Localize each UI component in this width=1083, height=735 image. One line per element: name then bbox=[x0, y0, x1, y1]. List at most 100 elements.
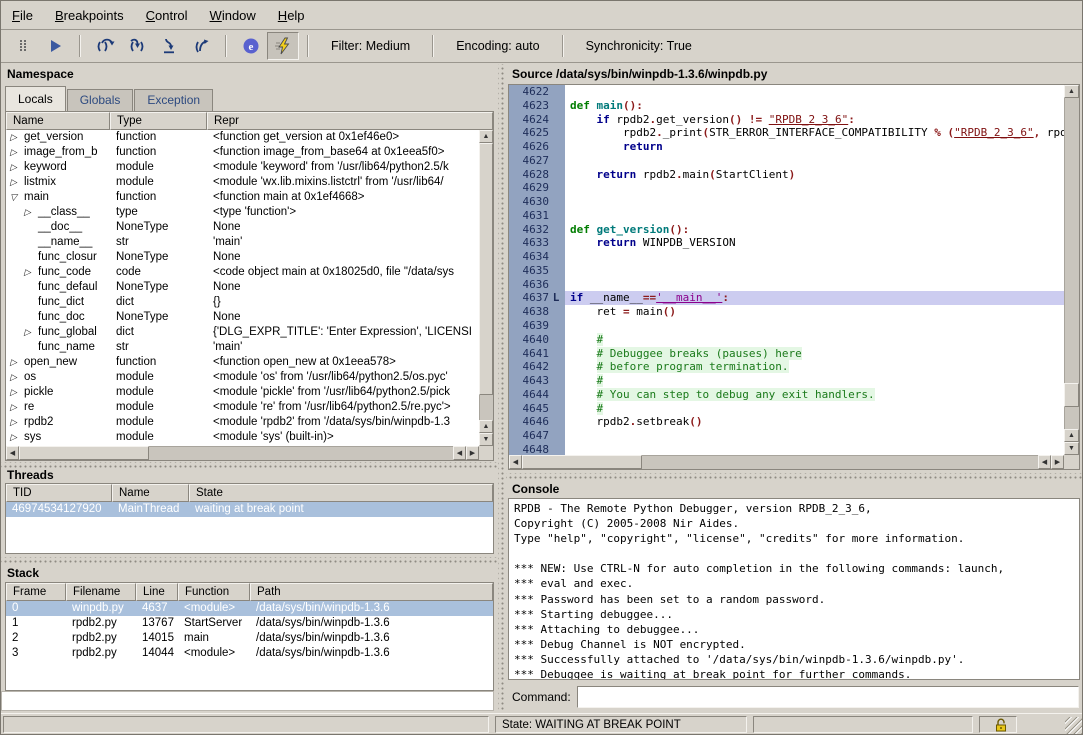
scroll-thumb[interactable] bbox=[479, 143, 493, 395]
stack-frame-row[interactable]: 1 rpdb2.py 13767 StartServer /data/sys/b… bbox=[6, 616, 493, 631]
line-number-gutter[interactable]: 4632 bbox=[509, 223, 565, 237]
source-line[interactable]: 4646 rpdb2.setbreak() bbox=[509, 415, 1064, 429]
scroll-up-icon[interactable]: ▲ bbox=[479, 130, 493, 143]
source-line[interactable]: 4638 ret = main() bbox=[509, 305, 1064, 319]
line-number-gutter[interactable]: 4623 bbox=[509, 99, 565, 113]
source-line[interactable]: 4641 # Debuggee breaks (pauses) here bbox=[509, 347, 1064, 361]
scroll-right-icon[interactable]: ▶ bbox=[466, 446, 479, 460]
line-number-gutter[interactable]: 4630 bbox=[509, 195, 565, 209]
console-output[interactable]: RPDB - The Remote Python Debugger, versi… bbox=[508, 498, 1080, 680]
tab-exception[interactable]: Exception bbox=[134, 89, 213, 111]
line-number-gutter[interactable]: 4641 bbox=[509, 347, 565, 361]
column-header-name[interactable]: Name bbox=[112, 484, 189, 502]
encoding-button[interactable]: e bbox=[235, 32, 267, 60]
scroll-up-icon[interactable]: ▲ bbox=[479, 420, 493, 433]
synchronicity-label[interactable]: Synchronicity: True bbox=[572, 39, 706, 53]
namespace-row[interactable]: ▷open_new function <function open_new at… bbox=[6, 355, 479, 370]
vertical-splitter[interactable] bbox=[498, 64, 506, 711]
source-line[interactable]: 4627 bbox=[509, 154, 1064, 168]
menu-window[interactable]: Window bbox=[199, 3, 267, 28]
namespace-row[interactable]: func_name str 'main' bbox=[6, 340, 479, 355]
line-number-gutter[interactable]: 4624 bbox=[509, 113, 565, 127]
line-number-gutter[interactable]: 4622 bbox=[509, 85, 565, 99]
horizontal-splitter[interactable] bbox=[1, 557, 498, 563]
source-lines[interactable]: 4622 4623 def main(): 4624 if rpdb2.get_… bbox=[509, 85, 1064, 455]
expander-icon[interactable]: ▽ bbox=[8, 190, 24, 205]
line-number-gutter[interactable]: 4648 bbox=[509, 443, 565, 455]
namespace-row[interactable]: func_defaul NoneType None bbox=[6, 280, 479, 295]
synchronicity-button[interactable] bbox=[267, 32, 299, 60]
line-number-gutter[interactable]: 4636 bbox=[509, 278, 565, 292]
source-line[interactable]: 4634 bbox=[509, 250, 1064, 264]
column-header-frame[interactable]: Frame bbox=[6, 583, 66, 601]
scroll-left-icon[interactable]: ◀ bbox=[6, 446, 19, 460]
source-line[interactable]: 4643 # bbox=[509, 374, 1064, 388]
stack-frame-row[interactable]: 0 winpdb.py 4637 <module> /data/sys/bin/… bbox=[6, 601, 493, 616]
namespace-hscrollbar[interactable]: ◀ ◀ ▶ bbox=[6, 446, 479, 460]
namespace-row[interactable]: func_closur NoneType None bbox=[6, 250, 479, 265]
horizontal-splitter[interactable] bbox=[506, 473, 1083, 479]
source-line[interactable]: 4648 bbox=[509, 443, 1064, 455]
source-line[interactable]: 4636 bbox=[509, 278, 1064, 292]
column-header-path[interactable]: Path bbox=[250, 583, 493, 601]
thread-row[interactable]: 46974534127920 MainThread waiting at bre… bbox=[6, 502, 493, 517]
namespace-row[interactable]: ▷rpdb2 module <module 'rpdb2' from '/dat… bbox=[6, 415, 479, 430]
filter-label[interactable]: Filter: Medium bbox=[317, 39, 424, 53]
line-number-gutter[interactable]: 4634 bbox=[509, 250, 565, 264]
line-number-gutter[interactable]: 4633 bbox=[509, 236, 565, 250]
source-line[interactable]: 4629 bbox=[509, 181, 1064, 195]
line-number-gutter[interactable]: 4645 bbox=[509, 402, 565, 416]
line-number-gutter[interactable]: 4626 bbox=[509, 140, 565, 154]
line-number-gutter[interactable]: 4643 bbox=[509, 374, 565, 388]
column-header-tid[interactable]: TID bbox=[6, 484, 112, 502]
step-into-button[interactable] bbox=[121, 32, 153, 60]
source-line[interactable]: 4633 return WINPDB_VERSION bbox=[509, 236, 1064, 250]
namespace-row[interactable]: ▷keyword module <module 'keyword' from '… bbox=[6, 160, 479, 175]
scroll-left-icon[interactable]: ◀ bbox=[509, 455, 522, 469]
line-number-gutter[interactable]: 4631 bbox=[509, 209, 565, 223]
scroll-thumb[interactable] bbox=[19, 446, 149, 460]
namespace-row[interactable]: __doc__ NoneType None bbox=[6, 220, 479, 235]
scroll-thumb[interactable] bbox=[522, 455, 642, 469]
source-line[interactable]: 4645 # bbox=[509, 402, 1064, 416]
stack-frame-row[interactable]: 3 rpdb2.py 14044 <module> /data/sys/bin/… bbox=[6, 646, 493, 661]
source-hscrollbar[interactable]: ◀ ◀ ▶ bbox=[509, 455, 1064, 469]
column-header-line[interactable]: Line bbox=[136, 583, 178, 601]
source-line[interactable]: 4631 bbox=[509, 209, 1064, 223]
line-number-gutter[interactable]: 4638 bbox=[509, 305, 565, 319]
encoding-label[interactable]: Encoding: auto bbox=[442, 39, 553, 53]
go-button[interactable] bbox=[39, 32, 71, 60]
source-line[interactable]: 4644 # You can step to debug any exit ha… bbox=[509, 388, 1064, 402]
source-line[interactable]: 4635 bbox=[509, 264, 1064, 278]
expander-icon[interactable]: ▷ bbox=[8, 385, 24, 400]
next-button[interactable] bbox=[89, 32, 121, 60]
column-header-type[interactable]: Type bbox=[110, 112, 207, 130]
scroll-left-icon[interactable]: ◀ bbox=[453, 446, 466, 460]
horizontal-splitter[interactable] bbox=[1, 462, 498, 468]
column-header-name[interactable]: Name bbox=[6, 112, 110, 130]
namespace-row[interactable]: ▷listmix module <module 'wx.lib.mixins.l… bbox=[6, 175, 479, 190]
resize-grip[interactable] bbox=[1065, 717, 1083, 734]
expander-icon[interactable]: ▷ bbox=[22, 205, 38, 220]
tab-globals[interactable]: Globals bbox=[67, 89, 134, 111]
line-number-gutter[interactable]: 4637L bbox=[509, 291, 565, 305]
scroll-right-icon[interactable]: ▶ bbox=[1051, 455, 1064, 469]
expander-icon[interactable]: ▷ bbox=[8, 355, 24, 370]
break-button[interactable] bbox=[7, 32, 39, 60]
namespace-row[interactable]: func_doc NoneType None bbox=[6, 310, 479, 325]
expander-icon[interactable]: ▷ bbox=[8, 415, 24, 430]
source-line[interactable]: 4622 bbox=[509, 85, 1064, 99]
source-line[interactable]: 4642 # before program termination. bbox=[509, 360, 1064, 374]
command-input[interactable] bbox=[577, 686, 1079, 708]
expander-icon[interactable]: ▷ bbox=[8, 145, 24, 160]
namespace-row[interactable]: __name__ str 'main' bbox=[6, 235, 479, 250]
menu-control[interactable]: Control bbox=[135, 3, 199, 28]
line-number-gutter[interactable]: 4646 bbox=[509, 415, 565, 429]
stack-frame-row[interactable]: 2 rpdb2.py 14015 main /data/sys/bin/winp… bbox=[6, 631, 493, 646]
expander-icon[interactable]: ▷ bbox=[8, 430, 24, 445]
goto-button[interactable] bbox=[185, 32, 217, 60]
source-line[interactable]: 4637L if __name__=='__main__': bbox=[509, 291, 1064, 305]
expander-icon[interactable]: ▷ bbox=[8, 175, 24, 190]
expander-icon[interactable]: ▷ bbox=[22, 265, 38, 280]
source-line[interactable]: 4623 def main(): bbox=[509, 99, 1064, 113]
